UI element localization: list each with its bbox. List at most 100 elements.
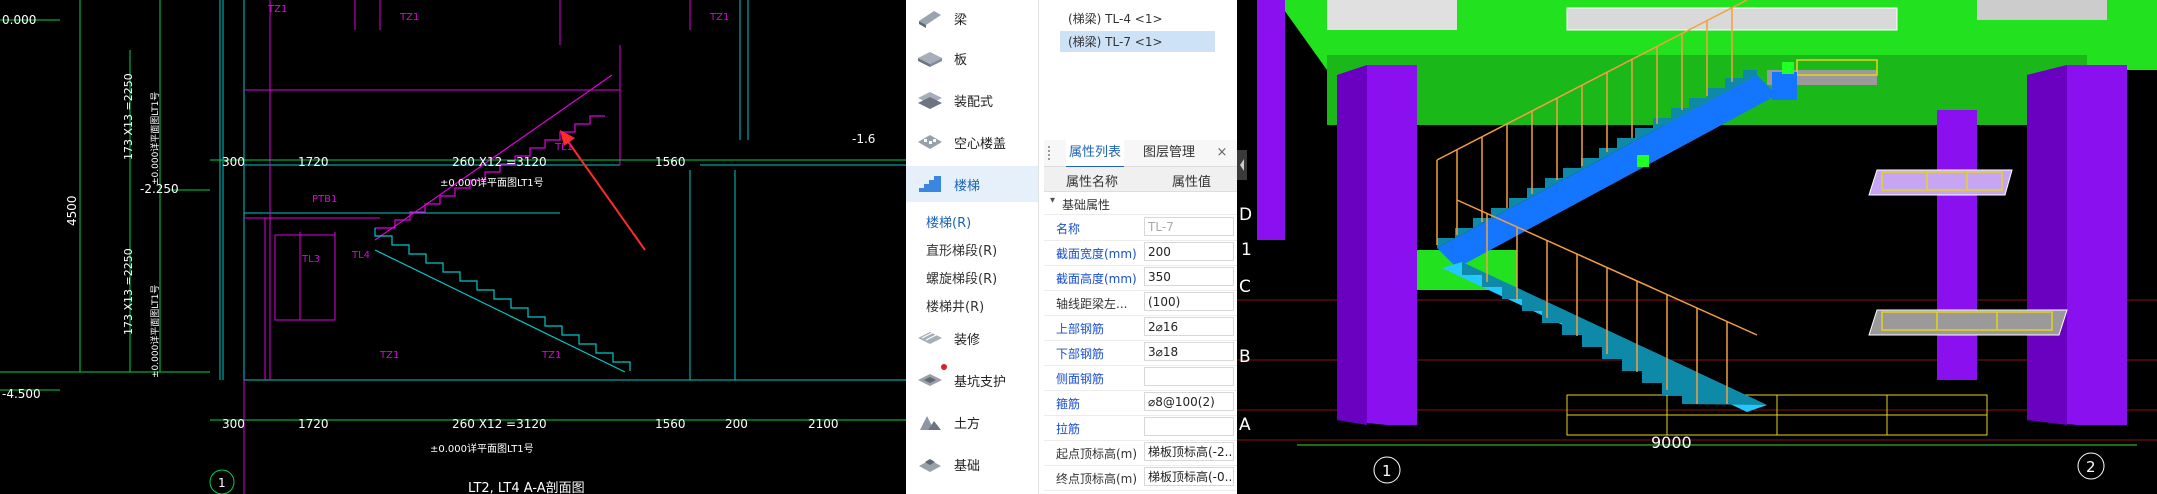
tab-property-list[interactable]: 属性列表 bbox=[1066, 140, 1124, 168]
property-value-field[interactable]: 梯板顶标高(-0... bbox=[1144, 467, 1234, 486]
collapse-icon[interactable]: ▾ bbox=[1050, 195, 1055, 206]
cad-tag-3: TL1 bbox=[554, 142, 573, 153]
slab-icon bbox=[918, 52, 942, 67]
property-value-field[interactable]: 3⌀18 bbox=[1144, 342, 1234, 361]
cad-left-dim: 4500 bbox=[65, 195, 79, 226]
property-name: 截面高度(mm) bbox=[1056, 272, 1137, 286]
property-value-field[interactable] bbox=[1144, 417, 1234, 436]
cad-title: LT2, LT4 A-A剖面图 bbox=[468, 481, 585, 494]
3d-view[interactable]: D 1 C B A 9000 1 2 bbox=[1237, 0, 2157, 494]
property-row[interactable]: 终点顶标高(m) 梯板顶标高(-0... bbox=[1044, 465, 1237, 491]
property-row[interactable]: 名称 TL-7 bbox=[1044, 215, 1237, 241]
component-list-item[interactable]: (梯梁) TL-4 <1> bbox=[1060, 8, 1215, 29]
property-row[interactable]: 侧面钢筋 bbox=[1044, 365, 1237, 391]
component-list-item-selected[interactable]: (梯梁) TL-7 <1> bbox=[1060, 31, 1215, 52]
nav-item-beam[interactable]: 梁 bbox=[906, 0, 1038, 36]
cad-tag-4: PTB1 bbox=[312, 194, 337, 205]
slab-beam-right bbox=[1977, 0, 2107, 20]
property-name: 上部钢筋 bbox=[1056, 322, 1105, 336]
property-row[interactable]: 拉筋 bbox=[1044, 415, 1237, 441]
cad-elev-bot: -4.500 bbox=[2, 387, 41, 401]
cad-dim-bottom-3: 1560 bbox=[655, 417, 686, 431]
property-value-field[interactable]: ⌀8@100(2) bbox=[1144, 392, 1234, 411]
column-mid bbox=[1937, 110, 1977, 380]
property-row[interactable]: 轴线距梁左... (100) bbox=[1044, 290, 1237, 316]
property-group-label: 基础属性 bbox=[1062, 198, 1111, 212]
prefab-icon bbox=[918, 92, 942, 109]
nav-item-foundation-pit[interactable]: 基坑支护 bbox=[906, 362, 1038, 398]
cad-dim-bottom-0: 300 bbox=[222, 417, 245, 431]
property-group-row[interactable]: ▾ 基础属性 bbox=[1044, 192, 1237, 215]
nav-item-prefab[interactable]: 装配式 bbox=[906, 82, 1038, 118]
sub-item-stair[interactable]: 楼梯(R) bbox=[926, 212, 971, 231]
cad-dimension-lines bbox=[0, 0, 906, 421]
cad-section-drawing[interactable]: 300 1720 260 X12 =3120 1560 300 1720 260… bbox=[0, 0, 906, 494]
property-value-field[interactable]: 梯板顶标高(-2... bbox=[1144, 442, 1234, 461]
property-value-field[interactable] bbox=[1144, 367, 1234, 386]
property-value-field[interactable]: 2⌀16 bbox=[1144, 317, 1234, 336]
cad-vertical-label-0: 173 X13 =2250 bbox=[122, 73, 135, 160]
cad-stair-lower bbox=[374, 228, 631, 373]
sub-item-stair-well[interactable]: 楼梯井(R) bbox=[926, 296, 984, 315]
property-value-field[interactable]: 200 bbox=[1144, 242, 1234, 261]
property-tabs: 属性列表 图层管理 × bbox=[1044, 140, 1237, 168]
property-row[interactable]: 箍筋 ⌀8@100(2) bbox=[1044, 390, 1237, 416]
cad-dim-bottom-4: 200 bbox=[725, 417, 748, 431]
cad-axis-bubble: 1 bbox=[218, 476, 226, 490]
close-icon[interactable]: × bbox=[1214, 140, 1230, 166]
nav-label-foundation: 基础 bbox=[954, 458, 981, 474]
axis-label-d: D bbox=[1239, 205, 1252, 225]
nav-item-decoration[interactable]: 装修 bbox=[906, 320, 1038, 356]
drag-handle[interactable] bbox=[1048, 146, 1052, 160]
cad-vertical-label-1: ±0.000详平面图LT1号 bbox=[149, 92, 161, 185]
property-name: 下部钢筋 bbox=[1056, 347, 1105, 361]
property-row[interactable]: 下部钢筋 3⌀18 bbox=[1044, 340, 1237, 366]
property-name: 侧面钢筋 bbox=[1056, 372, 1105, 386]
foundation-pit-icon bbox=[918, 374, 942, 386]
property-value-field[interactable]: TL-7 bbox=[1144, 217, 1234, 236]
nav-label-hollow-floor: 空心楼盖 bbox=[954, 136, 1007, 152]
nav-item-stair[interactable]: 楼梯 bbox=[906, 166, 1038, 202]
axis-bubble-2: 2 bbox=[2086, 458, 2096, 476]
axis-bubble-1: 1 bbox=[1382, 462, 1392, 480]
nav-item-slab[interactable]: 板 bbox=[906, 40, 1038, 76]
property-name: 名称 bbox=[1056, 222, 1081, 236]
cad-tag-5: TL3 bbox=[301, 254, 320, 265]
property-value-field[interactable]: 350 bbox=[1144, 267, 1234, 286]
landing-upper bbox=[1868, 169, 2013, 196]
tab-layer-management[interactable]: 图层管理 bbox=[1138, 140, 1200, 166]
cad-dim-top-3: 1560 bbox=[655, 155, 686, 169]
selection-marker bbox=[1782, 62, 1794, 74]
notification-dot bbox=[941, 364, 947, 370]
property-value-field[interactable]: (100) bbox=[1144, 292, 1234, 311]
nav-label-decoration: 装修 bbox=[954, 332, 981, 348]
cad-dim-top-2: 260 X12 =3120 bbox=[452, 155, 547, 169]
property-row[interactable]: 截面高度(mm) 350 bbox=[1044, 265, 1237, 291]
nav-item-foundation[interactable]: 基础 bbox=[906, 446, 1038, 482]
nav-item-hollow-floor[interactable]: 空心楼盖 bbox=[906, 124, 1038, 160]
cad-tag-7: TZ1 bbox=[379, 350, 399, 361]
column-header-name: 属性名称 bbox=[1066, 175, 1119, 190]
property-row[interactable]: 上部钢筋 2⌀16 bbox=[1044, 315, 1237, 341]
component-list-and-properties: (梯梁) TL-4 <1> (梯梁) TL-7 <1> 属性列表 图层管理 × … bbox=[1044, 0, 1237, 494]
nav-item-earthwork[interactable]: 土方 bbox=[906, 404, 1038, 440]
cad-elev-top: 0.000 bbox=[2, 13, 36, 27]
axis-label-1: 1 bbox=[1241, 240, 1252, 260]
selected-beam[interactable] bbox=[1772, 72, 1797, 100]
sub-item-spiral-flight[interactable]: 螺旋梯段(R) bbox=[926, 268, 997, 287]
nav-label-foundation-pit: 基坑支护 bbox=[954, 374, 1007, 390]
cad-tag-6: TL4 bbox=[351, 250, 370, 261]
nav-label-beam: 梁 bbox=[954, 12, 968, 28]
cad-elev-mid: -2.250 bbox=[140, 182, 179, 196]
property-grid-header: 属性名称 属性值 bbox=[1044, 167, 1237, 192]
property-row[interactable]: 截面宽度(mm) 200 bbox=[1044, 240, 1237, 266]
selection-marker-2 bbox=[1637, 155, 1649, 167]
cad-dim-bottom-5: 2100 bbox=[808, 417, 839, 431]
property-row[interactable]: 起点顶标高(m) 梯板顶标高(-2... bbox=[1044, 440, 1237, 466]
hollow-floor-icon bbox=[918, 135, 942, 149]
column-right-side bbox=[2027, 65, 2067, 425]
sub-item-straight-flight[interactable]: 直形梯段(R) bbox=[926, 240, 997, 259]
stair-icon bbox=[919, 176, 941, 192]
nav-label-stair: 楼梯 bbox=[954, 178, 981, 194]
cad-dim-bottom-1: 1720 bbox=[298, 417, 329, 431]
